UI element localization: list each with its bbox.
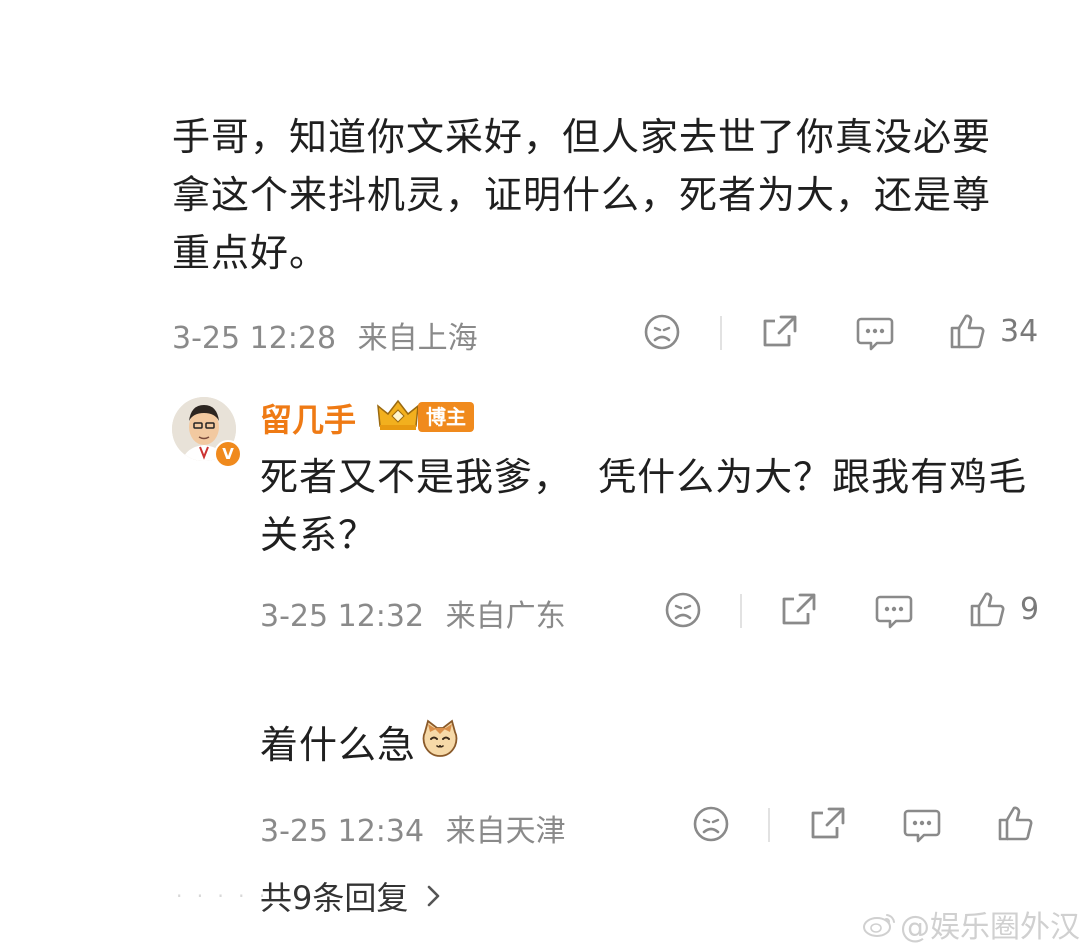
crown-icon (376, 398, 420, 436)
action-divider (740, 594, 742, 628)
more-replies-link[interactable]: 共9条回复 (260, 873, 446, 919)
like-button[interactable] (996, 803, 1036, 843)
verified-v-icon: V (214, 440, 242, 468)
more-replies-label: 共9条回复 (260, 879, 409, 917)
comment-location: 来自上海 (357, 321, 478, 356)
share-icon (763, 315, 797, 347)
share-icon (811, 807, 845, 839)
reply-meta: 3-25 12:32 来自广东 (260, 591, 566, 635)
comment-line: 重点好。 (172, 231, 329, 275)
sad-face-icon (644, 314, 680, 350)
action-divider (768, 808, 770, 842)
action-divider (720, 316, 722, 350)
comment-button[interactable] (855, 313, 895, 353)
comment-icon (875, 595, 913, 629)
comment-icon (903, 809, 941, 843)
comment-time: 3-25 12:28 (172, 321, 337, 356)
like-button[interactable]: 34 (948, 311, 1038, 351)
cat-emoji-icon (420, 716, 460, 774)
comment-line: 手哥，知道你文采好，但人家去世了你真没必要 (172, 115, 992, 159)
reply-time: 3-25 12:32 (260, 599, 425, 634)
comment-text: 手哥，知道你文采好，但人家去世了你真没必要 拿这个来抖机灵，证明什么，死者为大，… (172, 108, 1062, 282)
username[interactable]: 留几手 (260, 395, 356, 441)
comment-line: 拿这个来抖机灵，证明什么，死者为大，还是尊 (172, 173, 992, 217)
dislike-button[interactable] (664, 591, 702, 629)
blogger-badge: 博主 (418, 402, 474, 432)
share-button[interactable] (780, 591, 818, 629)
sad-face-icon (665, 592, 701, 628)
reply-location: 来自广东 (445, 599, 566, 634)
reply-line: 死者又不是我爹， 凭什么为大？跟我有鸡毛 (260, 455, 1028, 499)
watermark: @娱乐圈外汉 (862, 902, 1080, 946)
share-button[interactable] (761, 313, 799, 351)
reply-meta: 3-25 12:34 来自天津 (260, 806, 566, 850)
dislike-button[interactable] (692, 805, 730, 843)
reply-line: 关系？ (260, 513, 378, 557)
thumbs-up-icon (970, 592, 1005, 627)
comment-meta: 3-25 12:28 来自上海 (172, 313, 478, 357)
reply-text: 着什么急 (260, 716, 460, 774)
dislike-button[interactable] (643, 313, 681, 351)
like-button[interactable]: 9 (968, 589, 1039, 629)
reply-location: 来自天津 (445, 814, 566, 849)
reply-line: 着什么急 (260, 723, 417, 767)
weibo-logo-icon (863, 914, 895, 937)
thumbs-up-icon (998, 806, 1033, 841)
like-count: 34 (1000, 313, 1039, 349)
thumbs-up-icon (950, 314, 985, 349)
comment-button[interactable] (902, 805, 942, 845)
share-button[interactable] (809, 805, 847, 843)
watermark-text: @娱乐圈外汉 (900, 910, 1080, 945)
sad-face-icon (693, 806, 729, 842)
comment-button[interactable] (874, 591, 914, 631)
share-icon (782, 593, 816, 625)
reply-text: 死者又不是我爹， 凭什么为大？跟我有鸡毛 关系？ (260, 448, 1060, 564)
like-count: 9 (1020, 591, 1040, 627)
reply-time: 3-25 12:34 (260, 814, 425, 849)
chevron-right-icon (428, 885, 440, 907)
comment-icon (856, 317, 894, 351)
